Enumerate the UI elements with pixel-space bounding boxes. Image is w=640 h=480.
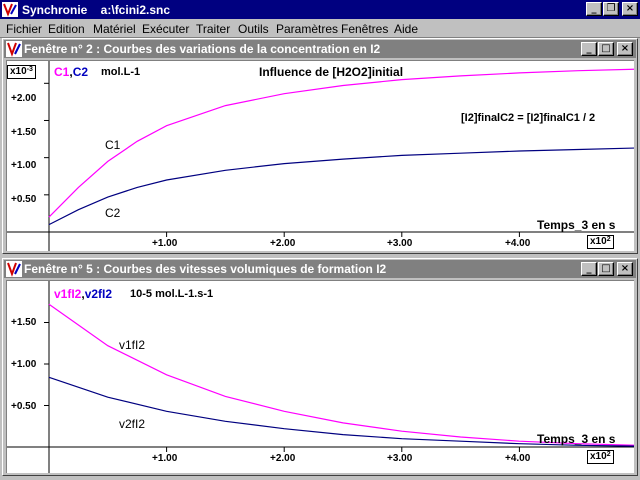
- maximize-button[interactable]: ❐: [603, 2, 619, 16]
- series-legend: v1fI2,v2fI2: [54, 287, 112, 301]
- x-tick-label: +2.00: [270, 453, 296, 464]
- x-tick-label: +3.00: [387, 238, 413, 249]
- maximize-icon: □: [601, 263, 611, 274]
- x-multiplier-exp: 2: [606, 451, 611, 458]
- w2-minimize-button[interactable]: _: [581, 262, 597, 276]
- concentration-window-title: Fenêtre n° 2 : Courbes des variations de…: [24, 42, 381, 56]
- velocity-window-title-bar: Fenêtre n° 5 : Courbes des vitesses volu…: [4, 260, 636, 278]
- x-tick-label: +1.00: [152, 238, 178, 249]
- series-legend: C1,C2: [54, 65, 88, 79]
- menu-fichier[interactable]: Fichier: [6, 22, 42, 36]
- restore-icon: ❐: [606, 3, 616, 14]
- x-tick-label: +4.00: [505, 453, 531, 464]
- units-label: mol.L-1: [101, 66, 141, 78]
- x-tick-label: +4.00: [505, 238, 531, 249]
- relation-annotation: [I2]finalC2 = [I2]finalC1 / 2: [461, 112, 596, 124]
- y-multiplier-label: x10-3: [7, 65, 36, 79]
- minimize-icon: _: [591, 3, 597, 14]
- concentration-window: Fenêtre n° 2 : Courbes des variations de…: [2, 38, 638, 254]
- velocity-window: Fenêtre n° 5 : Courbes des vitesses volu…: [2, 258, 638, 476]
- w1-close-button[interactable]: ×: [617, 42, 633, 56]
- legend-v2: v2fI2: [84, 287, 113, 301]
- w1-minimize-button[interactable]: _: [581, 42, 597, 56]
- x-axis-label: Temps_3 en s: [537, 218, 616, 232]
- menu-parametres[interactable]: Paramètres: [276, 22, 338, 36]
- y-tick-label: +2.00: [11, 93, 37, 104]
- curve-label-c2: C2: [105, 206, 121, 220]
- menu-fenetres[interactable]: Fenêtres: [341, 22, 388, 36]
- close-icon: ×: [625, 3, 635, 14]
- menu-edition[interactable]: Edition: [48, 22, 85, 36]
- x-tick-label: +1.00: [152, 453, 178, 464]
- y-multiplier-base: x10: [10, 66, 27, 77]
- curve-label-c1: C1: [105, 138, 121, 152]
- legend-v1: v1fI2: [54, 287, 82, 301]
- x-axis-label: Temps_3 en s: [537, 432, 616, 446]
- w2-maximize-button[interactable]: □: [598, 262, 614, 276]
- y-multiplier-exp: -3: [26, 66, 33, 73]
- x-multiplier-exp: 2: [606, 236, 611, 243]
- menu-bar: Fichier Edition Matériel Exécuter Traite…: [0, 19, 640, 38]
- menu-materiel[interactable]: Matériel: [93, 22, 136, 36]
- y-tick-label: +1.50: [11, 317, 37, 328]
- y-tick-label: +0.50: [11, 401, 37, 412]
- x-multiplier-base: x10: [590, 236, 607, 247]
- minimize-icon: _: [586, 43, 592, 54]
- synchronie-logo-icon: [2, 2, 18, 17]
- chart-heading: Influence de [H2O2]initial: [259, 65, 404, 79]
- velocity-window-title: Fenêtre n° 5 : Courbes des vitesses volu…: [24, 262, 387, 276]
- close-icon: ×: [620, 43, 630, 54]
- close-icon: ×: [620, 263, 630, 274]
- series-line-c2: [48, 147, 634, 226]
- legend-c2: C2: [72, 65, 89, 79]
- y-tick-label: +0.50: [11, 194, 37, 205]
- curve-label-v2: v2fI2: [119, 417, 146, 431]
- menu-traiter[interactable]: Traiter: [196, 22, 230, 36]
- synchronie-window-icon: [6, 41, 22, 57]
- w2-close-button[interactable]: ×: [617, 262, 633, 276]
- y-tick-label: +1.00: [11, 160, 37, 171]
- velocity-plot-area[interactable]: v1fI2,v2fI2 10-5 mol.L-1.s-1 v1fI2 v2fI2…: [6, 280, 634, 473]
- maximize-icon: □: [601, 43, 611, 54]
- x-multiplier-base: x10: [590, 451, 607, 462]
- y-tick-label: +1.50: [11, 127, 37, 138]
- menu-aide[interactable]: Aide: [394, 22, 418, 36]
- w1-maximize-button[interactable]: □: [598, 42, 614, 56]
- app-title: Synchronie a:\fcini2.snc: [22, 3, 171, 17]
- series-line-c1: [48, 68, 634, 218]
- menu-outils[interactable]: Outils: [238, 22, 269, 36]
- concentration-plot-area[interactable]: x10-3 C1,C2 mol.L-1 Influence de [H2O2]i…: [6, 60, 634, 251]
- app-title-bar: Synchronie a:\fcini2.snc _ ❐ ×: [0, 0, 640, 19]
- units-label: 10-5 mol.L-1.s-1: [130, 288, 214, 300]
- menu-executer[interactable]: Exécuter: [142, 22, 189, 36]
- x-tick-label: +3.00: [387, 453, 413, 464]
- synchronie-window-icon: [6, 261, 22, 277]
- minimize-icon: _: [586, 263, 592, 274]
- close-button[interactable]: ×: [622, 2, 638, 16]
- curve-label-v1: v1fI2: [119, 338, 146, 352]
- minimize-button[interactable]: _: [586, 2, 602, 16]
- x-tick-label: +2.00: [270, 238, 296, 249]
- legend-c1: C1: [54, 65, 70, 79]
- concentration-window-title-bar: Fenêtre n° 2 : Courbes des variations de…: [4, 40, 636, 58]
- y-tick-label: +1.00: [11, 359, 37, 370]
- x-multiplier-label: x102: [587, 235, 614, 249]
- x-multiplier-label: x102: [587, 450, 614, 464]
